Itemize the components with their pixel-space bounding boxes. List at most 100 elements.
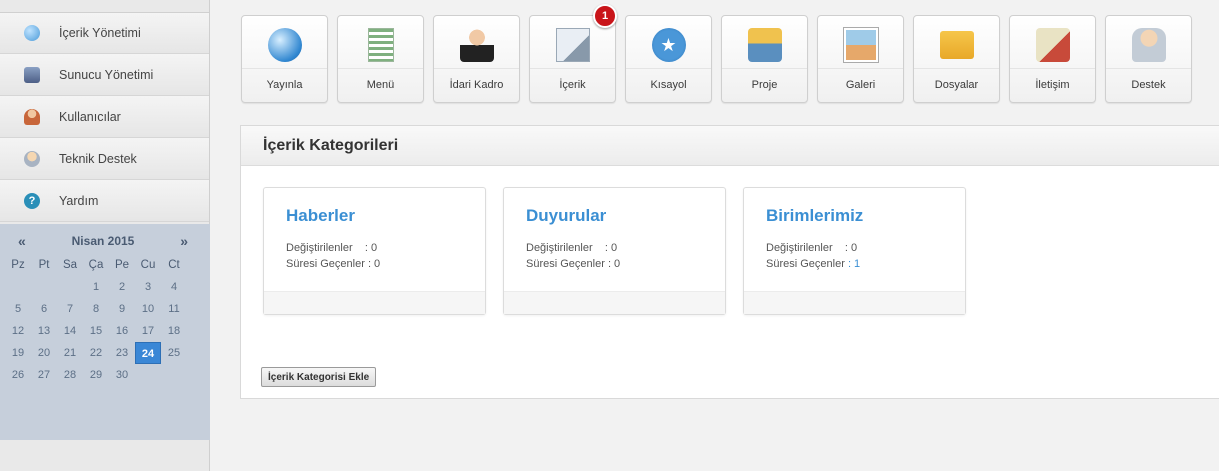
sidebar-item-help[interactable]: ? Yardım (0, 180, 209, 222)
calendar-day[interactable]: 22 (83, 342, 109, 364)
content-categories-panel: İçerik Kategorileri Haberler Değiştirile… (240, 125, 1219, 399)
calendar-day[interactable]: 25 (161, 342, 187, 364)
calendar-day[interactable]: 23 (109, 342, 135, 364)
calendar-day[interactable]: 19 (5, 342, 31, 364)
sidebar-item-content-management[interactable]: İçerik Yönetimi (0, 12, 209, 54)
calendar-prev-button[interactable]: « (18, 233, 26, 249)
globe-icon (24, 25, 40, 41)
calendar-day[interactable]: 27 (31, 364, 57, 386)
calendar-day[interactable]: 13 (31, 320, 57, 342)
calendar-weekday: Pt (38, 259, 50, 271)
document-edit-icon (555, 28, 590, 62)
calendar-day[interactable]: 11 (161, 298, 187, 320)
changed-value: : 0 (604, 242, 618, 254)
calendar-day[interactable]: 1 (83, 276, 109, 298)
calendar-next-button[interactable]: » (180, 233, 188, 249)
toolbar-button-4[interactable]: ★ Kısayol (625, 15, 712, 103)
toolbar-button-5[interactable]: Proje (721, 15, 808, 103)
calendar-weekday: Pe (114, 259, 130, 271)
category-card-units: Birimlerimiz Değiştirilenler : 0 Süresi … (743, 187, 966, 315)
gallery-icon (843, 28, 878, 62)
expired-label: Süresi Geçenler (766, 258, 845, 270)
calendar-day[interactable]: 8 (83, 298, 109, 320)
calendar-day[interactable]: 5 (5, 298, 31, 320)
folder-icon (939, 31, 974, 59)
users-icon (24, 108, 40, 125)
calendar-day[interactable]: 6 (31, 298, 57, 320)
toolbar-button-1[interactable]: Menü (337, 15, 424, 103)
expired-row: Süresi Geçenler : 0 (526, 256, 725, 272)
toolbar-button-label: İletişim (1010, 68, 1095, 91)
changed-row: Değiştirilenler : 0 (286, 240, 485, 256)
project-icon (747, 28, 782, 62)
businessman-icon (459, 28, 494, 62)
globe-icon (267, 28, 302, 62)
calendar-day[interactable]: 20 (31, 342, 57, 364)
card-footer (264, 291, 485, 314)
calendar-day-selected[interactable]: 24 (135, 342, 161, 364)
menu-list-icon (367, 28, 394, 62)
panel-title: İçerik Kategorileri (241, 126, 1219, 166)
card-footer (744, 291, 965, 314)
calendar-day[interactable]: 12 (5, 320, 31, 342)
sidebar-item-technical-support[interactable]: Teknik Destek (0, 138, 209, 180)
calendar-weekday: Ça (88, 259, 104, 271)
toolbar-button-7[interactable]: Dosyalar (913, 15, 1000, 103)
calendar-day[interactable]: 17 (135, 320, 161, 342)
calendar-weekday: Ct (168, 259, 180, 271)
calendar-day[interactable]: 7 (57, 298, 83, 320)
calendar-day[interactable]: 10 (135, 298, 161, 320)
category-title-link[interactable]: Birimlerimiz (766, 206, 965, 226)
expired-row: Süresi Geçenler : 0 (286, 256, 485, 272)
star-icon: ★ (651, 28, 686, 62)
map-pin-icon (1035, 28, 1070, 62)
calendar-weekday: Cu (140, 259, 156, 271)
toolbar-button-label: Proje (722, 68, 807, 91)
calendar-day[interactable]: 30 (109, 364, 135, 386)
calendar-grid: Pz Pt Sa Ça Pe Cu Ct 1 2 3 4 5 6 7 8 9 10 11 12 13 14 15 16 17 1… (5, 254, 210, 386)
add-content-category-button[interactable]: İçerik Kategorisi Ekle (261, 367, 377, 387)
calendar-day[interactable]: 28 (57, 364, 83, 386)
toolbar-button-label: İdari Kadro (434, 68, 519, 91)
card-footer (504, 291, 725, 314)
toolbar-button-8[interactable]: İletişim (1009, 15, 1096, 103)
sidebar-item-server-management[interactable]: Sunucu Yönetimi (0, 54, 209, 96)
toolbar-button-0[interactable]: Yayınla (241, 15, 328, 103)
calendar-day[interactable]: 9 (109, 298, 135, 320)
calendar-day[interactable]: 29 (83, 364, 109, 386)
calendar-header: « Nisan 2015 » (0, 232, 210, 250)
changed-row: Değiştirilenler : 0 (766, 240, 965, 256)
calendar-day[interactable]: 16 (109, 320, 135, 342)
calendar-day[interactable]: 3 (135, 276, 161, 298)
support-icon (24, 150, 40, 167)
toolbar-button-label: Dosyalar (914, 68, 999, 91)
calendar-weekday: Sa (62, 259, 78, 271)
calendar-day[interactable]: 18 (161, 320, 187, 342)
changed-value: : 0 (844, 242, 858, 254)
toolbar-button-2[interactable]: İdari Kadro (433, 15, 520, 103)
calendar-day[interactable]: 15 (83, 320, 109, 342)
toolbar-button-label: Menü (338, 68, 423, 91)
calendar-day[interactable]: 4 (161, 276, 187, 298)
calendar-day[interactable]: 2 (109, 276, 135, 298)
category-title-link[interactable]: Duyurular (526, 206, 725, 226)
category-title-link[interactable]: Haberler (286, 206, 485, 226)
category-card-announcements: Duyurular Değiştirilenler : 0 Süresi Geç… (503, 187, 726, 315)
toolbar-button-6[interactable]: Galeri (817, 15, 904, 103)
toolbar-button-label: Yayınla (242, 68, 327, 91)
toolbar-button-9[interactable]: Destek (1105, 15, 1192, 103)
calendar-day[interactable]: 26 (5, 364, 31, 386)
sidebar-item-users[interactable]: Kullanıcılar (0, 96, 209, 138)
calendar-day[interactable]: 21 (57, 342, 83, 364)
sidebar-item-label: Kullanıcılar (59, 109, 121, 124)
changed-label: Değiştirilenler (766, 242, 833, 254)
changed-value: : 0 (364, 242, 378, 254)
calendar-day[interactable]: 14 (57, 320, 83, 342)
changed-label: Değiştirilenler (526, 242, 593, 254)
expired-value-link[interactable]: : 1 (848, 258, 860, 270)
expired-label: Süresi Geçenler (286, 258, 365, 270)
server-icon (24, 66, 40, 83)
toolbar-button-3[interactable]: İçerik 1 (529, 4, 617, 103)
calendar-month-label: Nisan 2015 (71, 234, 135, 248)
expired-row: Süresi Geçenler : 1 (766, 256, 965, 272)
